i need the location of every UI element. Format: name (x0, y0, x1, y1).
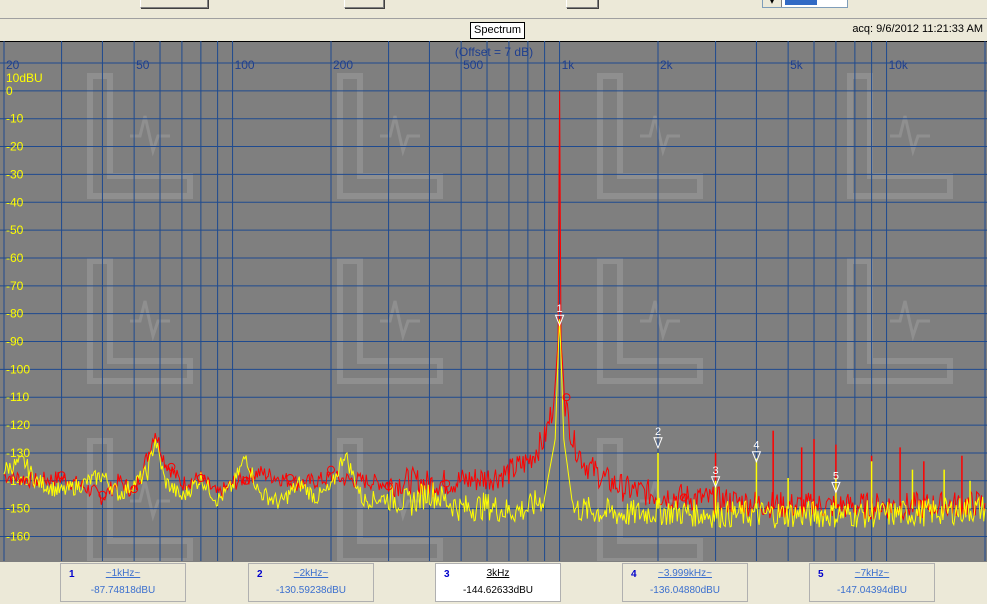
y-tick-label: -80 (6, 307, 24, 321)
y-tick-label: -140 (6, 474, 30, 488)
x-tick-label: 200 (333, 58, 353, 72)
dropdown-selected-value (785, 0, 817, 5)
toolbar-button-3[interactable] (566, 0, 598, 8)
y-tick-label: -100 (6, 362, 30, 376)
x-tick-label: 100 (235, 58, 255, 72)
marker-panel-3[interactable]: 3 3kHz -144.62633dBU (435, 563, 561, 602)
x-tick-label: 1k (562, 58, 576, 72)
y-tick-label: -120 (6, 418, 30, 432)
marker-level: -87.74818dBU (90, 585, 156, 596)
x-tick-label: 2k (660, 58, 674, 72)
watermark-logo-wave (130, 115, 170, 157)
marker-frequency-link[interactable]: ~3.999kHz~ (623, 568, 747, 579)
marker-panel-1[interactable]: 1 ~1kHz~ -87.74818dBU (60, 563, 186, 602)
toolbar-dropdown[interactable]: ▾ (762, 0, 848, 8)
y-tick-label: -110 (6, 390, 29, 404)
x-tick-label: 50 (136, 58, 150, 72)
marker-level: -144.62633dBU (462, 585, 534, 596)
acquisition-timestamp: acq: 9/6/2012 11:21:33 AM (852, 23, 983, 35)
y-tick-label: -60 (6, 251, 24, 265)
marker-level: -147.04394dBU (836, 585, 908, 596)
marker-frequency-link[interactable]: ~7kHz~ (810, 568, 934, 579)
y-tick-label: -90 (6, 335, 24, 349)
marker-label: 1 (557, 303, 563, 315)
watermark-logo-wave (380, 115, 420, 157)
watermark-logo-wave (130, 300, 170, 342)
series-trace (3, 90, 986, 521)
marker-level: -136.04880dBU (649, 585, 721, 596)
y-tick-label: -10 (6, 112, 24, 126)
y-tick-label: -130 (6, 446, 30, 460)
y-tick-label: -50 (6, 223, 24, 237)
spectrum-chart[interactable]: 20 50 100 200 500 1k 2k 5k 10k(Offset = 7 dB)10d… (0, 41, 987, 561)
y-tick-label: -20 (6, 140, 24, 154)
y-tick-label: -70 (6, 279, 24, 293)
marker-label: 2 (655, 426, 661, 438)
x-tick-label: 20 (6, 58, 20, 72)
y-tick-label: 0 (6, 84, 13, 98)
watermark-logo-wave (890, 115, 930, 157)
watermark-logo-wave (640, 115, 680, 157)
watermark-logos (87, 73, 953, 561)
marker-panel-4[interactable]: 4 ~3.999kHz~ -136.04880dBU (622, 563, 748, 602)
marker-frequency-link[interactable]: ~2kHz~ (249, 568, 373, 579)
y-tick-label: -160 (6, 530, 30, 544)
marker-frequency-link[interactable]: 3kHz (436, 568, 560, 579)
series-1 (3, 90, 986, 521)
plot-title: Spectrum (470, 22, 526, 39)
series-trace (3, 319, 986, 529)
marker-label: 3 (713, 465, 719, 477)
marker-label: 4 (753, 440, 759, 452)
chevron-down-icon[interactable]: ▾ (763, 0, 782, 7)
offset-label: (Offset = 7 dB) (455, 45, 533, 59)
toolbar: ▾ (0, 0, 987, 19)
toolbar-button-2[interactable] (344, 0, 384, 8)
watermark-logo-wave (640, 300, 680, 342)
y-tick-label: -150 (6, 502, 30, 516)
marker-panel-2[interactable]: 2 ~2kHz~ -130.59238dBU (248, 563, 374, 602)
toolbar-button-1[interactable] (140, 0, 208, 8)
x-tick-label: 5k (790, 58, 804, 72)
marker-frequency-link[interactable]: ~1kHz~ (61, 568, 185, 579)
marker-panel-5[interactable]: 5 ~7kHz~ -147.04394dBU (809, 563, 935, 602)
watermark-logo-wave (380, 300, 420, 342)
x-tick-label: 10k (889, 58, 909, 72)
marker-level: -130.59238dBU (275, 585, 347, 596)
watermark-logo-wave (890, 300, 930, 342)
series-2 (3, 319, 986, 529)
y-tick-label: -40 (6, 195, 24, 209)
x-tick-label: 500 (463, 58, 483, 72)
y-tick-label: -30 (6, 167, 24, 181)
marker-label: 5 (833, 470, 839, 482)
